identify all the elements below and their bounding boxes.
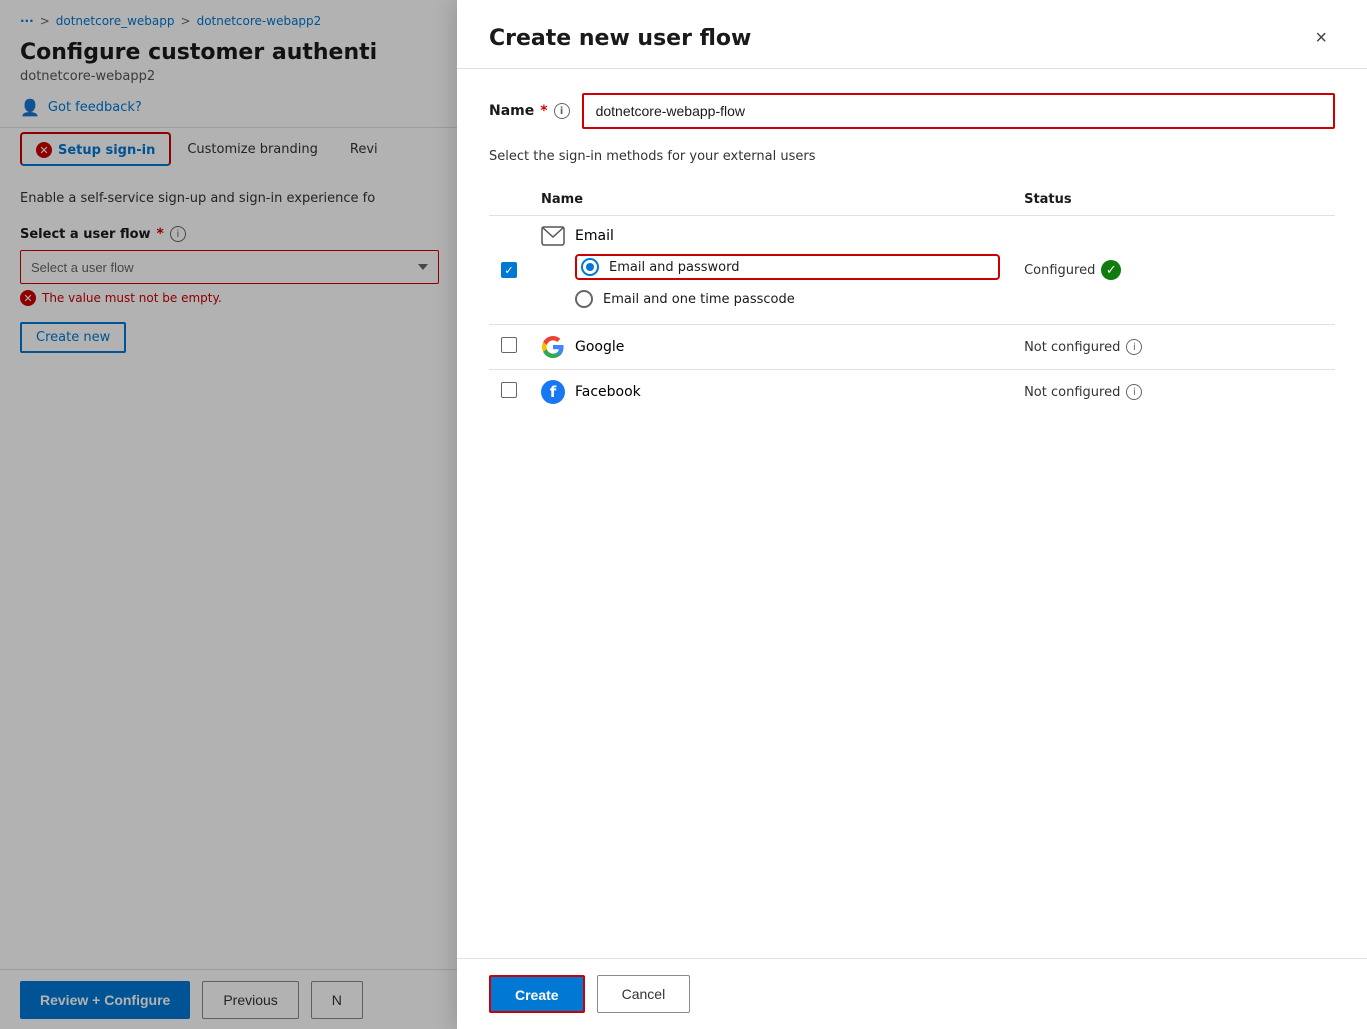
facebook-icon-row: f Facebook	[541, 380, 1000, 404]
radio-email-password[interactable]: Email and password	[575, 254, 1000, 280]
facebook-status: Not configured i	[1024, 384, 1323, 400]
google-status-text: Not configured	[1024, 340, 1120, 355]
google-method-cell: Google	[529, 325, 1012, 370]
facebook-checkbox-cell	[489, 370, 529, 415]
modal-panel: Create new user flow × Name * i Select t…	[457, 0, 1367, 1029]
create-button[interactable]: Create	[489, 975, 585, 1013]
facebook-icon: f	[541, 380, 565, 404]
th-status: Status	[1012, 184, 1335, 216]
th-checkbox	[489, 184, 529, 216]
modal-body: Name * i Select the sign-in methods for …	[457, 69, 1367, 958]
radio-email-password-circle[interactable]	[581, 258, 599, 276]
google-status-cell: Not configured i	[1012, 325, 1335, 370]
radio-email-otp-circle[interactable]	[575, 290, 593, 308]
configured-check-icon: ✓	[1101, 260, 1121, 280]
email-status: Configured ✓	[1024, 260, 1323, 280]
method-row-email: ✓ Email	[489, 216, 1335, 325]
facebook-method-cell: f Facebook	[529, 370, 1012, 415]
google-icon	[541, 335, 565, 359]
facebook-status-cell: Not configured i	[1012, 370, 1335, 415]
email-checkbox[interactable]: ✓	[501, 262, 517, 278]
email-icon-row: Email	[541, 226, 1000, 246]
facebook-status-info-icon[interactable]: i	[1126, 384, 1142, 400]
facebook-method-name: Facebook	[575, 384, 641, 400]
th-name: Name	[529, 184, 1012, 216]
email-method-cell: Email Email and password	[529, 216, 1012, 325]
facebook-status-text: Not configured	[1024, 385, 1120, 400]
facebook-checkbox[interactable]	[501, 382, 517, 398]
google-checkbox[interactable]	[501, 337, 517, 353]
methods-table: Name Status ✓	[489, 184, 1335, 414]
google-method-name: Google	[575, 339, 624, 355]
name-label: Name * i	[489, 103, 570, 119]
radio-email-password-inner	[586, 263, 594, 271]
email-status-cell: Configured ✓	[1012, 216, 1335, 325]
name-input[interactable]	[582, 93, 1335, 129]
email-checkbox-cell: ✓	[489, 216, 529, 325]
radio-email-otp[interactable]: Email and one time passcode	[575, 284, 1000, 314]
email-sub-options: Email and password Email and one time pa…	[575, 254, 1000, 314]
modal-footer: Create Cancel	[457, 958, 1367, 1029]
radio-email-password-label: Email and password	[609, 260, 740, 275]
method-row-facebook: f Facebook Not configured i	[489, 370, 1335, 415]
method-row-google: Google Not configured i	[489, 325, 1335, 370]
email-method-name: Email	[575, 228, 614, 244]
sign-in-description: Select the sign-in methods for your exte…	[489, 149, 1335, 164]
email-status-text: Configured	[1024, 263, 1095, 278]
google-icon-row: Google	[541, 335, 1000, 359]
radio-email-otp-label: Email and one time passcode	[603, 292, 795, 307]
modal-header: Create new user flow ×	[457, 0, 1367, 69]
name-field-row: Name * i	[489, 93, 1335, 129]
modal-close-button[interactable]: ×	[1307, 24, 1335, 52]
email-icon	[541, 226, 565, 246]
google-status: Not configured i	[1024, 339, 1323, 355]
name-required-star: *	[540, 103, 547, 119]
google-status-info-icon[interactable]: i	[1126, 339, 1142, 355]
modal-title: Create new user flow	[489, 26, 751, 51]
name-info-icon[interactable]: i	[554, 103, 570, 119]
cancel-button[interactable]: Cancel	[597, 975, 691, 1013]
google-checkbox-cell	[489, 325, 529, 370]
